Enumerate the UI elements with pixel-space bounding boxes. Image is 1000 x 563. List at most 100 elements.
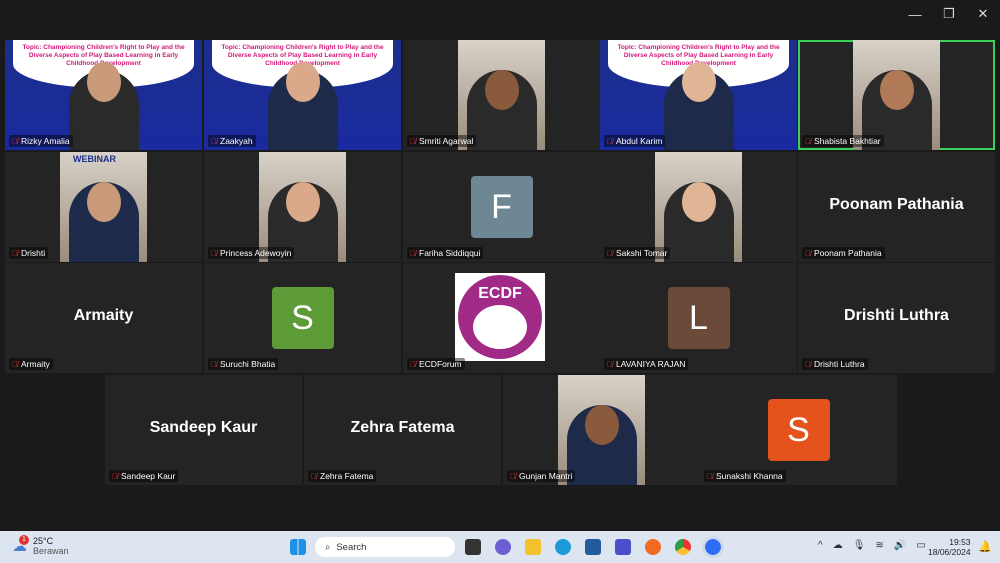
- participant-display-name: Drishti Luthra: [844, 307, 949, 324]
- participant-display-name: Armaity: [73, 307, 134, 324]
- date: 18/06/2024: [928, 547, 971, 557]
- participant-tile[interactable]: 🎙̸ Smriti Agarwal: [403, 40, 600, 150]
- participant-name-label: 🎙̸ Zaakyah: [208, 135, 256, 147]
- participant-tile[interactable]: Armaity 🎙̸ Armaity: [5, 263, 202, 373]
- notification-badge: 1: [19, 535, 29, 545]
- weather-widget[interactable]: ☁ 1 25°C Berawan: [12, 535, 69, 556]
- wifi-icon[interactable]: ≋: [875, 540, 883, 551]
- taskbar-search[interactable]: ⌕ Search: [315, 537, 455, 557]
- chrome-icon[interactable]: [675, 539, 691, 555]
- participant-name-label: 🎙̸ Abdul Karim: [604, 135, 666, 147]
- muted-mic-icon: 🎙̸: [211, 359, 217, 369]
- muted-mic-icon: 🎙̸: [211, 136, 217, 146]
- webinar-text: WEBINAR: [73, 154, 116, 164]
- chevron-up-icon[interactable]: ^: [818, 540, 823, 551]
- search-icon: ⌕: [325, 541, 331, 553]
- participant-tile[interactable]: L 🎙̸ LAVANIYA RAJAN: [600, 263, 797, 373]
- avatar: S: [271, 287, 334, 349]
- notification-bell-icon[interactable]: 🔔: [978, 540, 992, 553]
- muted-mic-icon: 🎙̸: [311, 471, 317, 481]
- muted-mic-icon: 🎙̸: [607, 136, 613, 146]
- participant-tile[interactable]: Drishti Luthra 🎙̸ Drishti Luthra: [798, 263, 995, 373]
- participant-name: ECDForum: [419, 359, 462, 369]
- muted-mic-icon: 🎙̸: [410, 359, 416, 369]
- zoom-icon[interactable]: [702, 536, 724, 558]
- muted-mic-icon: 🎙̸: [510, 471, 516, 481]
- avatar: F: [470, 176, 533, 238]
- participant-name: Abdul Karim: [616, 136, 663, 146]
- participant-name-label: 🎙̸ Smriti Agarwal: [407, 135, 477, 147]
- muted-mic-icon: 🎙̸: [607, 248, 613, 258]
- participant-face: [285, 62, 320, 102]
- participant-name: Sunakshi Khanna: [716, 471, 783, 481]
- participant-face: [681, 182, 716, 222]
- participant-tile[interactable]: 🎙̸ Gunjan Mantri: [503, 375, 700, 485]
- muted-mic-icon: 🎙̸: [607, 359, 613, 369]
- participant-display-name: Poonam Pathania: [829, 196, 964, 213]
- muted-mic-icon: 🎙̸: [12, 359, 18, 369]
- muted-mic-icon: 🎙̸: [707, 471, 713, 481]
- app-icon[interactable]: [615, 539, 631, 555]
- edge-icon[interactable]: [555, 539, 571, 555]
- participant-tile[interactable]: Poonam Pathania 🎙̸ Poonam Pathania: [798, 152, 995, 262]
- weather-temp: 25°C: [33, 536, 54, 546]
- participant-name: LAVANIYA RAJAN: [616, 359, 686, 369]
- participant-tile[interactable]: 🎙̸ Sakshi Tomar: [600, 152, 797, 262]
- avatar: S: [767, 399, 830, 461]
- time: 19:53: [949, 537, 971, 547]
- muted-mic-icon: 🎙̸: [805, 248, 811, 258]
- participant-tile[interactable]: S 🎙̸ Suruchi Bhatia: [204, 263, 401, 373]
- participant-tile[interactable]: Sandeep Kaur 🎙̸ Sandeep Kaur: [105, 375, 302, 485]
- chat-icon[interactable]: [495, 539, 511, 555]
- participant-name-label: 🎙̸ Drishti Luthra: [802, 358, 868, 370]
- participant-tile[interactable]: Topic: Championing Children's Right to P…: [204, 40, 401, 150]
- clock[interactable]: 19:53 18/06/2024: [928, 537, 971, 557]
- window-controls: — ❐ ✕: [898, 0, 1000, 28]
- minimize-button[interactable]: —: [898, 0, 932, 28]
- participant-tile[interactable]: Topic: Championing Children's Right to P…: [5, 40, 202, 150]
- participant-face: [681, 62, 716, 102]
- participant-tile[interactable]: F 🎙̸ Fariha Siddiqqui: [403, 152, 600, 262]
- participant-tile[interactable]: Zehra Fatema 🎙̸ Zehra Fatema: [304, 375, 501, 485]
- participant-tile[interactable]: 🎙̸ Princess Adewoyin: [204, 152, 401, 262]
- participant-name: Smriti Agarwal: [419, 136, 474, 146]
- muted-mic-icon: 🎙̸: [112, 471, 118, 481]
- file-explorer-icon[interactable]: [525, 539, 541, 555]
- avatar: L: [667, 287, 730, 349]
- muted-mic-icon: 🎙̸: [211, 248, 217, 258]
- close-button[interactable]: ✕: [966, 0, 1000, 28]
- participant-name: Suruchi Bhatia: [220, 359, 276, 369]
- taskbar: ☁ 1 25°C Berawan ⌕ Search ^ ☁ 🎙 ≋ 🔊 ▭ 19:53…: [0, 531, 1000, 563]
- participant-tile[interactable]: WEBINAR 🎙̸ Drishti: [5, 152, 202, 262]
- participant-face: [879, 70, 914, 110]
- participant-name: Fariha Siddiqqui: [419, 248, 481, 258]
- participant-tile[interactable]: S 🎙̸ Sunakshi Khanna: [700, 375, 897, 485]
- muted-mic-icon: 🎙̸: [805, 359, 811, 369]
- restore-button[interactable]: ❐: [932, 0, 966, 28]
- start-button[interactable]: [290, 539, 306, 555]
- participant-tile[interactable]: 🎙̸ Shabista Bakhtiar: [798, 40, 995, 150]
- participant-tile[interactable]: Topic: Championing Children's Right to P…: [600, 40, 797, 150]
- participant-name-label: 🎙̸ Fariha Siddiqqui: [407, 247, 484, 259]
- participant-name-label: 🎙̸ Gunjan Mantri: [507, 470, 576, 482]
- muted-mic-icon: 🎙̸: [410, 136, 416, 146]
- firefox-icon[interactable]: [645, 539, 661, 555]
- onedrive-icon[interactable]: ☁: [833, 540, 843, 551]
- participant-display-name: Sandeep Kaur: [149, 419, 258, 436]
- participant-name-label: 🎙̸ Sandeep Kaur: [109, 470, 179, 482]
- participant-name-label: 🎙̸ Armaity: [9, 358, 53, 370]
- participant-name: Armaity: [21, 359, 50, 369]
- volume-icon[interactable]: 🔊: [894, 540, 906, 551]
- battery-icon[interactable]: ▭: [916, 540, 925, 551]
- participant-name: Rizky Amalia: [21, 136, 70, 146]
- store-icon[interactable]: [585, 539, 601, 555]
- participant-name: Drishti: [21, 248, 46, 258]
- participant-face: [86, 182, 121, 222]
- windows-icon: [290, 539, 306, 555]
- microphone-icon[interactable]: 🎙: [853, 540, 866, 551]
- participant-name-label: 🎙̸ Shabista Bakhtiar: [802, 135, 884, 147]
- participant-name: Gunjan Mantri: [519, 471, 573, 481]
- participant-tile[interactable]: ECDF 🎙̸ ECDForum: [403, 263, 600, 373]
- muted-mic-icon: 🎙̸: [12, 136, 18, 146]
- task-view-icon[interactable]: [465, 539, 481, 555]
